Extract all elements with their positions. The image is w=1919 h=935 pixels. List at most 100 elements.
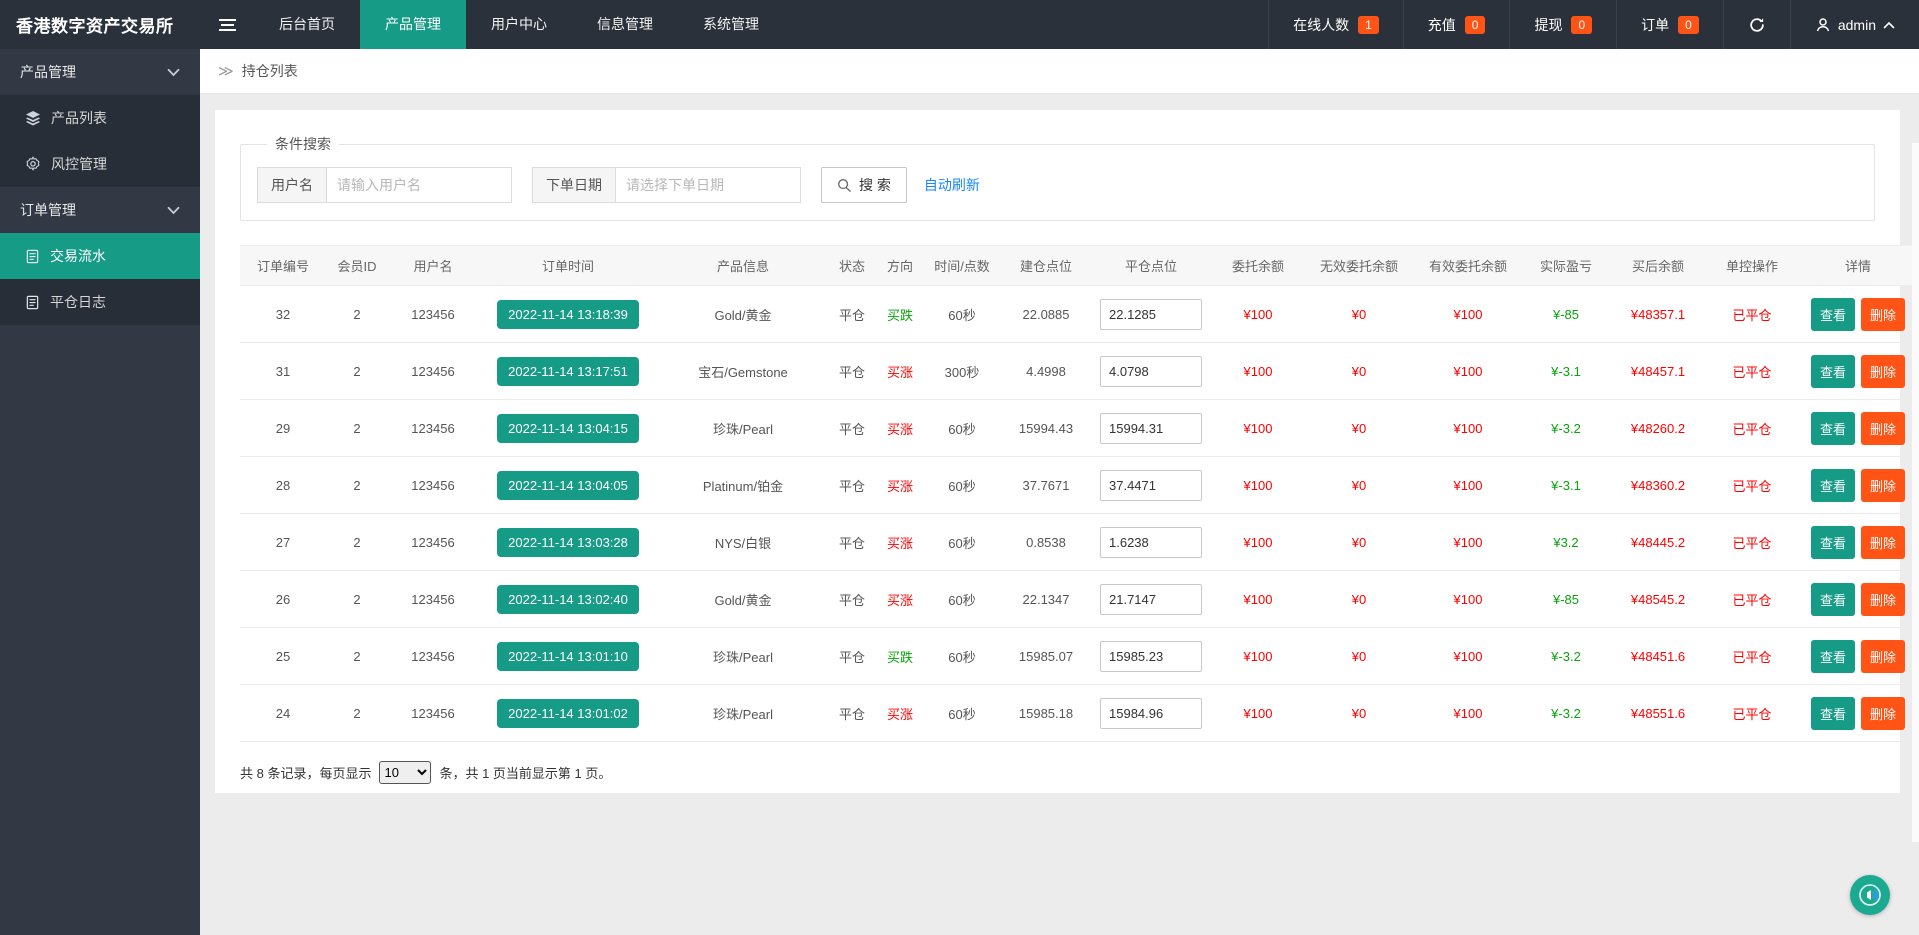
nav-stat-3[interactable]: 提现0 [1509, 0, 1616, 49]
control-status-label: 已平仓 [1732, 593, 1771, 608]
nav-item-3[interactable]: 用户中心 [466, 0, 572, 49]
scrollbar-track[interactable] [1912, 143, 1919, 842]
cell-duration: 60秒 [924, 286, 1000, 343]
entrust-balance-value: ¥100 [1244, 478, 1273, 493]
sound-broadcast-button[interactable] [1850, 875, 1890, 915]
cell-order-time: 2022-11-14 13:01:02 [478, 685, 658, 742]
cell-details: 查看删除 [1796, 343, 1919, 400]
cell-invalid-entrust: ¥0 [1306, 685, 1412, 742]
cell-profit: ¥3.2 [1524, 514, 1608, 571]
order-time-badge: 2022-11-14 13:03:28 [497, 528, 639, 557]
view-button[interactable]: 查看 [1811, 298, 1855, 331]
sidebar-group-1[interactable]: 产品管理 [0, 49, 200, 95]
entrust-balance-value: ¥100 [1244, 421, 1273, 436]
close-point-input[interactable] [1100, 299, 1202, 330]
nav-stat-4[interactable]: 订单0 [1616, 0, 1723, 49]
sidebar-item-交易流水[interactable]: 交易流水 [0, 233, 200, 279]
sidebar-item-产品列表[interactable]: 产品列表 [0, 95, 200, 141]
main-area: ≫ 持仓列表 条件搜索 用户名 下单日期 搜 索 [200, 49, 1919, 935]
cell-profit: ¥-3.1 [1524, 457, 1608, 514]
order-time-badge: 2022-11-14 13:01:10 [497, 642, 639, 671]
column-header: 平仓点位 [1092, 246, 1210, 286]
cell-order-no: 32 [240, 286, 326, 343]
cell-entrust-balance: ¥100 [1210, 400, 1306, 457]
sidebar-item-平仓日志[interactable]: 平仓日志 [0, 279, 200, 325]
table-row: 2921234562022-11-14 13:04:15珍珠/Pearl平仓买涨… [240, 400, 1919, 457]
count-badge: 0 [1678, 16, 1699, 34]
cell-valid-entrust: ¥100 [1412, 457, 1524, 514]
view-button[interactable]: 查看 [1811, 412, 1855, 445]
close-point-input[interactable] [1100, 413, 1202, 444]
order-date-input-group: 下单日期 [532, 167, 801, 203]
view-button[interactable]: 查看 [1811, 697, 1855, 730]
view-button[interactable]: 查看 [1811, 583, 1855, 616]
delete-button[interactable]: 删除 [1861, 640, 1905, 673]
close-point-input[interactable] [1100, 641, 1202, 672]
view-button[interactable]: 查看 [1811, 526, 1855, 559]
direction-label: 买涨 [887, 707, 913, 722]
close-point-input[interactable] [1100, 356, 1202, 387]
delete-button[interactable]: 删除 [1861, 412, 1905, 445]
row-actions: 查看删除 [1808, 422, 1908, 437]
cell-product: Gold/黄金 [658, 571, 828, 628]
cell-member-id: 2 [326, 571, 388, 628]
sidebar-item-风控管理[interactable]: 风控管理 [0, 141, 200, 187]
cell-invalid-entrust: ¥0 [1306, 628, 1412, 685]
direction-label: 买涨 [887, 365, 913, 380]
nav-item-5[interactable]: 系统管理 [678, 0, 784, 49]
cell-close-point [1092, 628, 1210, 685]
column-header: 订单编号 [240, 246, 326, 286]
nav-item-4[interactable]: 信息管理 [572, 0, 678, 49]
delete-button[interactable]: 删除 [1861, 583, 1905, 616]
layers-icon [25, 110, 41, 126]
cell-username: 123456 [388, 400, 478, 457]
view-button[interactable]: 查看 [1811, 355, 1855, 388]
sidebar-group-2[interactable]: 订单管理 [0, 187, 200, 233]
cell-control: 已平仓 [1708, 571, 1796, 628]
sidebar-toggle-icon[interactable] [200, 0, 254, 49]
view-button[interactable]: 查看 [1811, 640, 1855, 673]
control-status-label: 已平仓 [1732, 365, 1771, 380]
cell-invalid-entrust: ¥0 [1306, 343, 1412, 400]
username-input[interactable] [327, 167, 512, 203]
nav-stat-2[interactable]: 充值0 [1403, 0, 1510, 49]
delete-button[interactable]: 删除 [1861, 469, 1905, 502]
nav-stat-1[interactable]: 在线人数1 [1268, 0, 1403, 49]
close-point-input[interactable] [1100, 698, 1202, 729]
cell-member-id: 2 [326, 457, 388, 514]
cell-entrust-balance: ¥100 [1210, 343, 1306, 400]
order-date-input[interactable] [616, 167, 801, 203]
view-button[interactable]: 查看 [1811, 469, 1855, 502]
entrust-balance-value: ¥100 [1244, 649, 1273, 664]
close-point-input[interactable] [1100, 527, 1202, 558]
close-point-input[interactable] [1100, 584, 1202, 615]
delete-button[interactable]: 删除 [1861, 355, 1905, 388]
cell-close-point [1092, 514, 1210, 571]
delete-button[interactable]: 删除 [1861, 298, 1905, 331]
nav-item-1[interactable]: 后台首页 [254, 0, 360, 49]
cell-details: 查看删除 [1796, 286, 1919, 343]
control-status-label: 已平仓 [1732, 650, 1771, 665]
delete-button[interactable]: 删除 [1861, 526, 1905, 559]
cell-duration: 60秒 [924, 514, 1000, 571]
cell-valid-entrust: ¥100 [1412, 685, 1524, 742]
cell-status: 平仓 [828, 286, 876, 343]
cell-order-no: 27 [240, 514, 326, 571]
nav-stat-label: 提现 [1534, 15, 1562, 35]
close-point-input[interactable] [1100, 470, 1202, 501]
cell-after-balance: ¥48360.2 [1608, 457, 1708, 514]
page-size-select[interactable]: 10 [379, 761, 431, 784]
delete-button[interactable]: 删除 [1861, 697, 1905, 730]
cell-close-point [1092, 571, 1210, 628]
cell-valid-entrust: ¥100 [1412, 286, 1524, 343]
nav-item-2[interactable]: 产品管理 [360, 0, 466, 49]
nav-right: 在线人数1充值0提现0订单0 admin [1268, 0, 1919, 49]
refresh-button[interactable] [1723, 0, 1790, 49]
order-time-badge: 2022-11-14 13:18:39 [497, 300, 639, 329]
cell-product: 珍珠/Pearl [658, 400, 828, 457]
column-header: 买后余额 [1608, 246, 1708, 286]
auto-refresh-link[interactable]: 自动刷新 [924, 175, 980, 195]
sidebar-group-label: 订单管理 [20, 200, 76, 220]
search-button[interactable]: 搜 索 [821, 167, 907, 203]
user-menu[interactable]: admin [1790, 0, 1919, 49]
